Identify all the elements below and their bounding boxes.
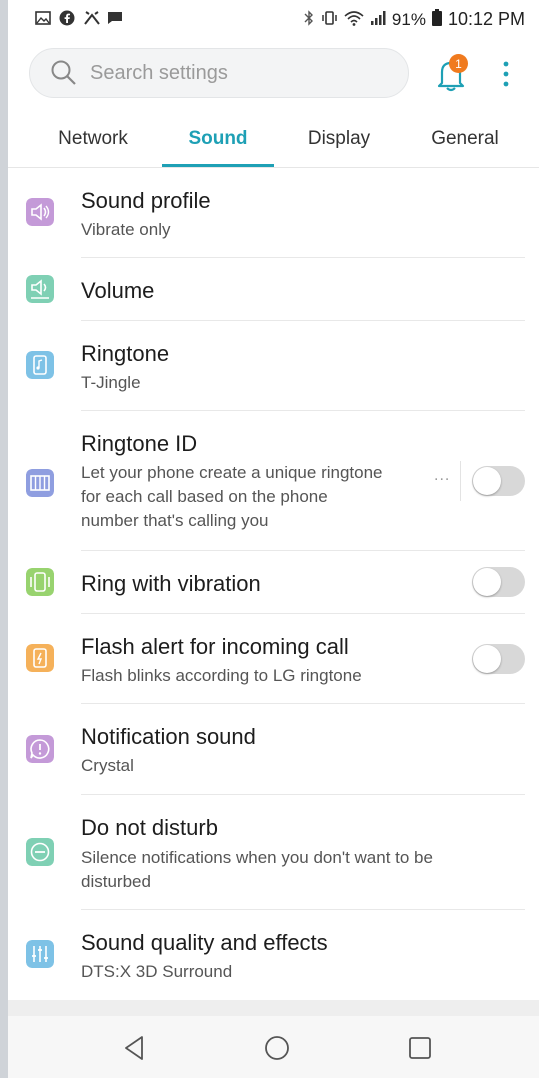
setting-title: Notification sound	[81, 724, 256, 749]
setting-title: Ringtone	[81, 341, 170, 366]
active-tab-indicator	[162, 164, 274, 167]
volume-icon	[26, 275, 54, 303]
setting-do-not-disturb[interactable]: Do not disturb Silence notifications whe…	[8, 795, 539, 910]
search-placeholder[interactable]: Search settings	[90, 62, 228, 85]
clock: 10:12 PM	[447, 9, 525, 29]
setting-title: Volume	[81, 278, 155, 303]
setting-subtitle: DTS:X 3D Surround	[81, 962, 233, 981]
back-icon[interactable]	[120, 1034, 148, 1062]
image-icon	[35, 10, 51, 26]
setting-subtitle-line: disturbed	[81, 872, 151, 891]
setting-title: Ring with vibration	[81, 571, 261, 596]
search-bar[interactable]: Search settings	[29, 48, 409, 98]
vibration-icon	[26, 568, 54, 596]
setting-title: Sound quality and effects	[81, 930, 328, 955]
navigation-bar	[8, 1016, 539, 1078]
tab-display[interactable]: Display	[294, 128, 384, 150]
setting-notification-sound[interactable]: Notification sound Crystal	[8, 704, 539, 795]
piano-icon	[26, 469, 54, 497]
message-icon	[107, 10, 123, 26]
setting-subtitle: T-Jingle	[81, 373, 141, 392]
wifi-icon	[344, 10, 364, 30]
speaker-icon	[26, 198, 54, 226]
do-not-disturb-icon	[26, 838, 54, 866]
toggle-knob	[473, 568, 501, 596]
setting-subtitle: Crystal	[81, 756, 134, 775]
alarm-icon	[83, 10, 100, 26]
settings-screen: 91% 10:12 PM Search settings 1 Network S…	[8, 0, 539, 1078]
bluetooth-icon	[304, 9, 314, 30]
equalizer-icon	[26, 940, 54, 968]
setting-ringtone[interactable]: Ringtone T-Jingle	[8, 321, 539, 411]
setting-subtitle-line: Silence notifications when you don't wan…	[81, 848, 433, 867]
setting-subtitle: Flash blinks according to LG ringtone	[81, 666, 362, 685]
status-right: 91% 10:12 PM	[304, 9, 525, 30]
category-tabs: Network Sound Display General	[8, 112, 539, 168]
ringtone-id-more-button[interactable]: ...	[434, 467, 450, 485]
battery-icon	[431, 9, 442, 30]
tab-general[interactable]: General	[420, 128, 510, 150]
setting-sound-quality[interactable]: Sound quality and effects DTS:X 3D Surro…	[8, 910, 539, 1000]
setting-title: Sound profile	[81, 188, 211, 213]
ringtone-id-toggle[interactable]	[472, 466, 525, 496]
setting-subtitle-line: number that's calling you	[81, 511, 269, 530]
setting-title: Flash alert for incoming call	[81, 634, 349, 659]
setting-flash-alert[interactable]: Flash alert for incoming call Flash blin…	[8, 614, 539, 704]
more-options-icon[interactable]	[496, 58, 516, 90]
ringtone-icon	[26, 351, 54, 379]
setting-ring-with-vibration[interactable]: Ring with vibration	[8, 551, 539, 614]
search-icon	[51, 60, 76, 85]
setting-sound-profile[interactable]: Sound profile Vibrate only	[8, 168, 539, 258]
separator	[460, 461, 461, 501]
vibrate-icon	[320, 10, 338, 30]
setting-title: Ringtone ID	[81, 431, 198, 456]
home-icon[interactable]	[263, 1034, 291, 1062]
signal-icon	[370, 10, 386, 30]
list-end-spacer	[8, 1000, 539, 1016]
setting-ringtone-id[interactable]: Ringtone ID Let your phone create a uniq…	[8, 411, 539, 551]
tab-network[interactable]: Network	[48, 128, 138, 150]
status-left-icons	[35, 10, 123, 26]
setting-title: Do not disturb	[81, 815, 218, 840]
flash-alert-icon	[26, 644, 54, 672]
recents-icon[interactable]	[406, 1034, 434, 1062]
notification-badge: 1	[449, 54, 468, 73]
flash-alert-toggle[interactable]	[472, 644, 525, 674]
setting-subtitle: Vibrate only	[81, 220, 171, 239]
toggle-knob	[473, 467, 501, 495]
ring-with-vibration-toggle[interactable]	[472, 567, 525, 597]
battery-percent: 91%	[391, 9, 426, 29]
notification-icon	[26, 735, 54, 763]
setting-subtitle-line: Let your phone create a unique ringtone	[81, 463, 383, 482]
facebook-icon	[59, 10, 75, 26]
status-bar: 91% 10:12 PM	[8, 0, 539, 40]
setting-volume[interactable]: Volume	[8, 258, 539, 321]
setting-subtitle-line: for each call based on the phone	[81, 487, 328, 506]
tab-sound[interactable]: Sound	[173, 128, 263, 150]
toggle-knob	[473, 645, 501, 673]
